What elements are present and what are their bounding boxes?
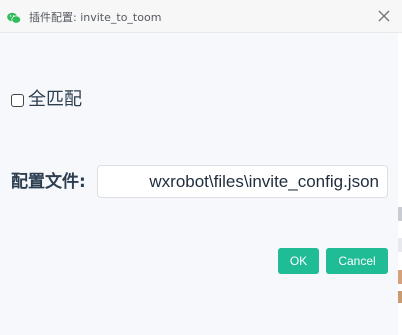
title-bar: 插件配置: invite_to_toom <box>0 0 402 33</box>
config-file-input[interactable]: wxrobot\files\invite_config.json <box>97 165 388 198</box>
full-match-label: 全匹配 <box>28 89 82 110</box>
ok-button[interactable]: OK <box>278 248 319 274</box>
close-icon[interactable] <box>376 8 392 24</box>
window-title: 插件配置: invite_to_toom <box>29 11 162 24</box>
cancel-button[interactable]: Cancel <box>326 248 388 274</box>
config-file-value: wxrobot\files\invite_config.json <box>149 171 379 191</box>
plugin-config-dialog: 插件配置: invite_to_toom 全匹配 配置文件: wxrobot\f… <box>0 0 402 335</box>
config-file-label: 配置文件: <box>11 172 86 192</box>
wechat-icon <box>7 9 21 24</box>
full-match-checkbox-row[interactable]: 全匹配 <box>11 89 82 111</box>
background-window-edge <box>398 33 402 335</box>
full-match-checkbox[interactable] <box>11 93 24 107</box>
